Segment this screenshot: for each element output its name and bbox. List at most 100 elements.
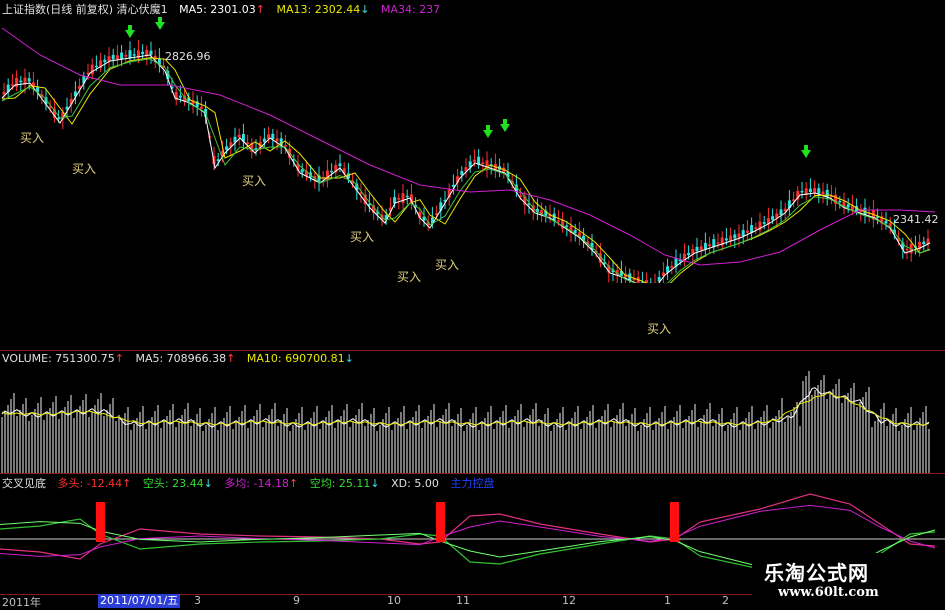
blank-region-top-right	[535, 0, 945, 140]
indicator-name: 交叉见底	[2, 477, 46, 490]
ma5-readout: MA5: 2301.03↑	[179, 3, 266, 16]
candle-body	[708, 244, 712, 247]
candle-body	[124, 54, 128, 57]
volume-ma5-line	[1, 387, 930, 428]
candle-body	[10, 84, 14, 86]
buy-signal-label: 买入	[397, 270, 422, 284]
duotou-readout: 多头: -12.44↑	[57, 477, 132, 490]
candle-body	[716, 242, 720, 244]
candle-body	[401, 193, 405, 203]
crosshair-date: 2011/07/01/五	[98, 594, 181, 608]
volume-chart[interactable]	[0, 351, 945, 473]
candle-body	[905, 248, 909, 251]
sell-signal-arrow-icon	[125, 30, 135, 38]
candle-body	[178, 95, 182, 98]
candle-body	[817, 188, 821, 194]
sell-signal-arrow-icon	[158, 17, 162, 22]
axis-month-label: 1	[664, 594, 671, 607]
sell-signal-arrow-icon	[483, 130, 493, 138]
candle-body	[460, 170, 464, 175]
candle-body	[300, 169, 304, 173]
candle-body	[2, 91, 6, 95]
buy-signal-label: 买入	[242, 174, 267, 188]
axis-month-label: 10	[387, 594, 401, 607]
volume-ma10-line	[1, 392, 930, 426]
volume-ma5-readout: MA5: 708966.38↑	[135, 352, 236, 365]
watermark-url: www.60lt.com	[778, 585, 879, 600]
candle-body	[246, 142, 250, 144]
crossover-signal-bar	[436, 502, 445, 542]
candle-body	[115, 55, 119, 59]
sell-signal-arrow-icon	[503, 119, 507, 124]
candle-body	[737, 233, 741, 238]
high-price-label: 2826.96	[165, 50, 211, 63]
candle-body	[762, 222, 766, 224]
candle-body	[271, 133, 275, 140]
sell-signal-arrow-icon	[500, 124, 510, 132]
price-panel[interactable]: 上证指数(日线 前复权) 清心伏魔1 MA5: 2301.03↑ MA13: 2…	[0, 0, 945, 350]
candle-body	[94, 65, 98, 68]
candle-body	[27, 78, 31, 82]
candle-body	[779, 209, 783, 216]
candle-body	[19, 80, 23, 83]
crossover-signal-bar	[96, 502, 105, 542]
indicator-header: 交叉见底 多头: -12.44↑ 空头: 23.44↓ 多均: -14.18↑ …	[2, 475, 502, 491]
axis-month-label: 2	[722, 594, 729, 607]
crossover-signal-bar	[670, 502, 679, 542]
candle-body	[745, 230, 749, 233]
watermark-title: 乐淘公式网	[764, 561, 869, 585]
candle-body	[262, 138, 266, 143]
candle-body	[15, 77, 19, 87]
buy-signal-label: 买入	[647, 322, 672, 336]
candle-body	[699, 246, 703, 251]
candle-body	[481, 162, 485, 164]
volume-panel[interactable]: VOLUME: 751300.75↑ MA5: 708966.38↑ MA10:…	[0, 351, 945, 473]
candle-body	[149, 50, 153, 55]
buy-signal-label: 买入	[20, 131, 45, 145]
candle-body	[771, 216, 775, 220]
buy-signal-label: 买入	[435, 258, 460, 272]
volume-ma10-readout: MA10: 690700.81↓	[246, 352, 354, 365]
candle-body	[565, 225, 569, 228]
axis-month-label: 9	[293, 594, 300, 607]
candle-body	[472, 159, 476, 162]
sell-signal-arrow-icon	[486, 125, 490, 130]
candle-body	[754, 227, 758, 229]
candle-body	[120, 52, 124, 60]
candle-body	[838, 200, 842, 203]
volume-header: VOLUME: 751300.75↑ MA5: 708966.38↑ MA10:…	[2, 352, 362, 365]
ma34-readout: MA34: 237	[380, 3, 441, 16]
axis-month-label: 11	[456, 594, 470, 607]
candle-body	[556, 220, 560, 222]
candle-body	[733, 234, 737, 239]
candle-body	[111, 54, 115, 60]
axis-month-label: 3	[194, 594, 201, 607]
candle-body	[275, 138, 279, 142]
sell-signal-arrow-icon	[801, 150, 811, 158]
candle-body	[884, 220, 888, 224]
candle-body	[141, 51, 145, 55]
xd-readout: XD: 5.00	[391, 477, 439, 490]
last-price-label: 2341.42	[893, 213, 939, 226]
candle-body	[237, 134, 241, 138]
candle-body	[741, 230, 745, 237]
candle-body	[695, 246, 699, 252]
buy-signal-label: 买入	[350, 230, 375, 244]
candle-body	[821, 191, 825, 195]
candle-body	[216, 159, 220, 161]
candle-body	[813, 188, 817, 193]
candle-body	[922, 241, 926, 245]
sell-signal-arrow-icon	[128, 25, 132, 30]
price-header: 上证指数(日线 前复权) 清心伏魔1 MA5: 2301.03↑ MA13: 2…	[2, 1, 448, 17]
candle-body	[825, 189, 829, 198]
axis-month-label: 12	[562, 594, 576, 607]
candle-body	[405, 195, 409, 198]
chart-title: 上证指数(日线 前复权) 清心伏魔1	[2, 3, 168, 16]
candle-body	[330, 170, 334, 173]
watermark-logo: 乐淘公式网 www.60lt.com	[752, 553, 945, 609]
candle-body	[687, 252, 691, 256]
axis-year-label: 2011年	[2, 596, 41, 609]
candle-body	[724, 238, 728, 241]
kongtou-readout: 空头: 23.44↓	[142, 477, 213, 490]
candle-body	[338, 163, 342, 167]
